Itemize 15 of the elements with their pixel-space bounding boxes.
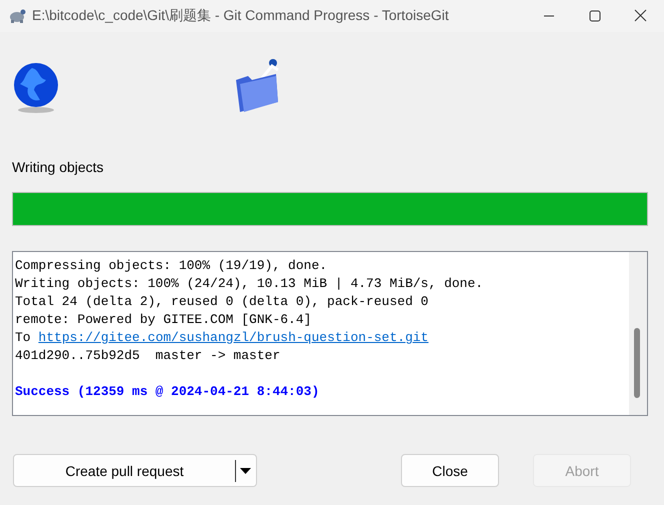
status-label: Writing objects [12, 159, 105, 175]
log-line: 401d290..75b92d5 master -> master [15, 347, 282, 365]
tortoise-logo-icon [8, 8, 26, 24]
log-line: Writing objects: 100% (24/24), 10.13 MiB | 4.73 MiB/s, done. [15, 275, 484, 293]
success-message: Success (12359 ms @ 2024-04-21 8:44:03) [15, 383, 320, 401]
globe-icon [12, 62, 60, 114]
action-button[interactable]: Close [401, 454, 499, 487]
log-line: To [15, 330, 31, 345]
log-line: Compressing objects: 100% (19/19), done. [15, 257, 328, 275]
log-line: remote: Powered by GITEE.COM [GNK-6.4] [15, 311, 312, 329]
scrollbar-thumb[interactable] [634, 328, 640, 398]
window-title: E:\bitcode\c_code\Git\刷题集 - Git Command Progress - TortoiseGit [32, 7, 450, 25]
pull-request-button[interactable]: Create pull request [13, 454, 257, 487]
repository-link[interactable]: https://gitee.com/sushangzl/brush-question-set.git [38, 330, 428, 345]
log-line: Total 24 (delta 2), reused 0 (delta 0), pack-reused 0 [15, 293, 430, 311]
